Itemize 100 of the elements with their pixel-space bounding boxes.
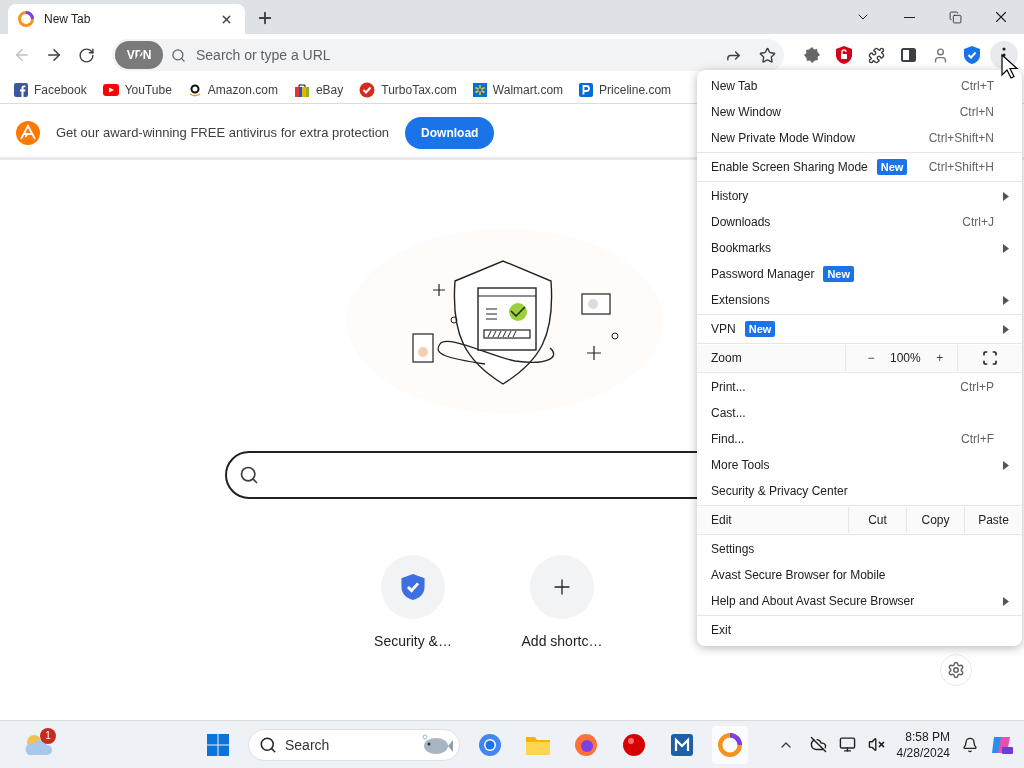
fox-globe-icon	[574, 732, 598, 757]
menu-item[interactable]: Help and About Avast Secure Browser	[697, 588, 1022, 614]
menu-item-label: VPN	[711, 322, 736, 336]
fish-icon	[419, 732, 453, 757]
keyboard-shortcut: Ctrl+N	[959, 105, 994, 119]
menu-item[interactable]: Extensions	[697, 287, 1022, 313]
keyboard-shortcut: Ctrl+P	[960, 380, 994, 394]
shortcut-tile[interactable]: Add shortc…	[510, 555, 614, 649]
menu-item[interactable]: Enable Screen Sharing Mode New Ctrl+Shift+H	[697, 154, 1022, 180]
menu-item-label: New Window	[711, 105, 782, 119]
smile-logo-icon	[187, 82, 202, 97]
shopping-bag-icon	[293, 82, 310, 97]
zoom-in-button[interactable]: +	[928, 347, 951, 369]
menu-item-label: Zoom	[711, 351, 743, 365]
restore-icon	[948, 10, 962, 24]
menu-item-label: New Private Mode Window	[711, 131, 856, 145]
speaker-mute-icon	[867, 736, 885, 753]
menu-item[interactable]: Avast Secure Browser for Mobile	[697, 562, 1022, 588]
bookmark[interactable]: Walmart.com	[472, 82, 564, 97]
f-logo-icon	[14, 82, 28, 97]
shield-check-icon	[401, 574, 425, 600]
menu-item-label: Edit	[711, 513, 733, 527]
menu-item[interactable]: New Window Ctrl+N	[697, 99, 1022, 125]
bookmark[interactable]: TurboTax.com	[359, 81, 457, 98]
taskbar-app-button[interactable]	[712, 725, 748, 764]
menu-item[interactable]: Cast...	[697, 400, 1022, 426]
shield-lock-icon	[836, 46, 852, 64]
customize-settings-button[interactable]	[940, 654, 972, 686]
menu-item-label: Settings	[711, 542, 755, 556]
edit-action-button[interactable]: Cut	[848, 507, 906, 533]
badge-icon	[804, 47, 820, 63]
puzzle-icon	[867, 46, 885, 64]
spark-logo-icon	[472, 82, 487, 97]
notification-badge: 1	[40, 727, 56, 744]
keyboard-shortcut: Ctrl+Shift+N	[928, 131, 994, 145]
menu-item-label: More Tools	[711, 458, 770, 472]
menu-item-label: History	[711, 189, 749, 203]
keyboard-shortcut: Ctrl+J	[962, 215, 994, 229]
fullscreen-icon	[982, 350, 998, 366]
menu-item-label: Avast Secure Browser for Mobile	[711, 568, 886, 582]
shortcut-tile[interactable]: Security &…	[361, 555, 465, 649]
menu-item-label: Bookmarks	[711, 241, 772, 255]
minimize-icon	[903, 16, 915, 18]
settings-icon	[947, 661, 965, 679]
bookmark[interactable]: Facebook	[14, 82, 87, 97]
m-square-icon	[670, 732, 694, 757]
taskbar-search-field[interactable]: Search	[248, 728, 460, 761]
browser-tab[interactable]: New Tab	[8, 4, 245, 34]
ball-icon	[622, 732, 646, 757]
p-logo-icon	[579, 82, 594, 97]
menu-item[interactable]: VPN New	[697, 316, 1022, 342]
menu-item[interactable]: Bookmarks	[697, 235, 1022, 261]
menu-item[interactable]: More Tools	[697, 452, 1022, 478]
download-button[interactable]: Download	[405, 116, 495, 149]
banner-message: Get our award-winning FREE antivirus for extra protection	[56, 125, 390, 140]
ring-icon	[478, 732, 502, 757]
menu-item[interactable]: Exit	[697, 617, 1022, 643]
bookmark[interactable]: Priceline.com	[579, 82, 672, 97]
bell-icon	[962, 736, 978, 753]
zoom-out-button[interactable]: −	[860, 347, 882, 369]
clock[interactable]: 8:58 PM 4/28/2024	[896, 728, 950, 761]
menu-item-label: Help and About Avast Secure Browser	[711, 594, 915, 608]
clock-time: 8:58 PM	[905, 728, 950, 745]
menu-item-label: Find...	[711, 432, 745, 446]
bookmark[interactable]: YouTube	[102, 82, 172, 97]
menu-item[interactable]: New Private Mode Window Ctrl+Shift+N	[697, 125, 1022, 151]
clock-date: 4/28/2024	[896, 744, 950, 761]
menu-item[interactable]: Print... Ctrl+P	[697, 374, 1022, 400]
menu-item[interactable]: New Tab Ctrl+T	[697, 73, 1022, 99]
menu-item-label: Extensions	[711, 293, 770, 307]
zoom-level: 100%	[889, 351, 922, 365]
tab-title: New Tab	[44, 12, 92, 26]
menu-item-label: Downloads	[711, 215, 771, 229]
menu-item[interactable]: Find... Ctrl+F	[697, 426, 1022, 452]
star-icon	[758, 46, 776, 64]
bookmark[interactable]: Amazon.com	[187, 82, 278, 97]
edit-action-button[interactable]: Copy	[906, 507, 964, 533]
menu-item-label: Cast...	[711, 406, 746, 420]
shortcut-label: Security &…	[374, 633, 452, 649]
menu-item[interactable]: Security & Privacy Center	[697, 478, 1022, 504]
shield-check-icon	[964, 46, 980, 64]
new-badge: New	[823, 266, 854, 282]
menu-item[interactable]: Settings	[697, 536, 1022, 562]
menu-item-label: Print...	[711, 380, 746, 394]
cloud-off-icon	[809, 736, 827, 753]
menu-item-label: Enable Screen Sharing Mode	[711, 160, 868, 174]
weather-widget[interactable]: 1	[18, 727, 58, 762]
menu-item[interactable]: History	[697, 183, 1022, 209]
browser-logo-icon	[18, 11, 34, 27]
edit-action-button[interactable]: Paste	[964, 507, 1022, 533]
menu-item-label: Password Manager	[711, 267, 815, 281]
arrow-right-icon	[45, 46, 63, 64]
reload-icon	[77, 46, 95, 64]
menu-item[interactable]: Downloads Ctrl+J	[697, 209, 1022, 235]
bookmark[interactable]: eBay	[293, 82, 344, 97]
search-icon	[171, 47, 186, 63]
menu-item[interactable]: Password Manager New	[697, 261, 1022, 287]
new-badge: New	[744, 321, 776, 337]
checkmark-circle-icon	[359, 81, 376, 98]
keyboard-shortcut: Ctrl+T	[961, 79, 994, 93]
